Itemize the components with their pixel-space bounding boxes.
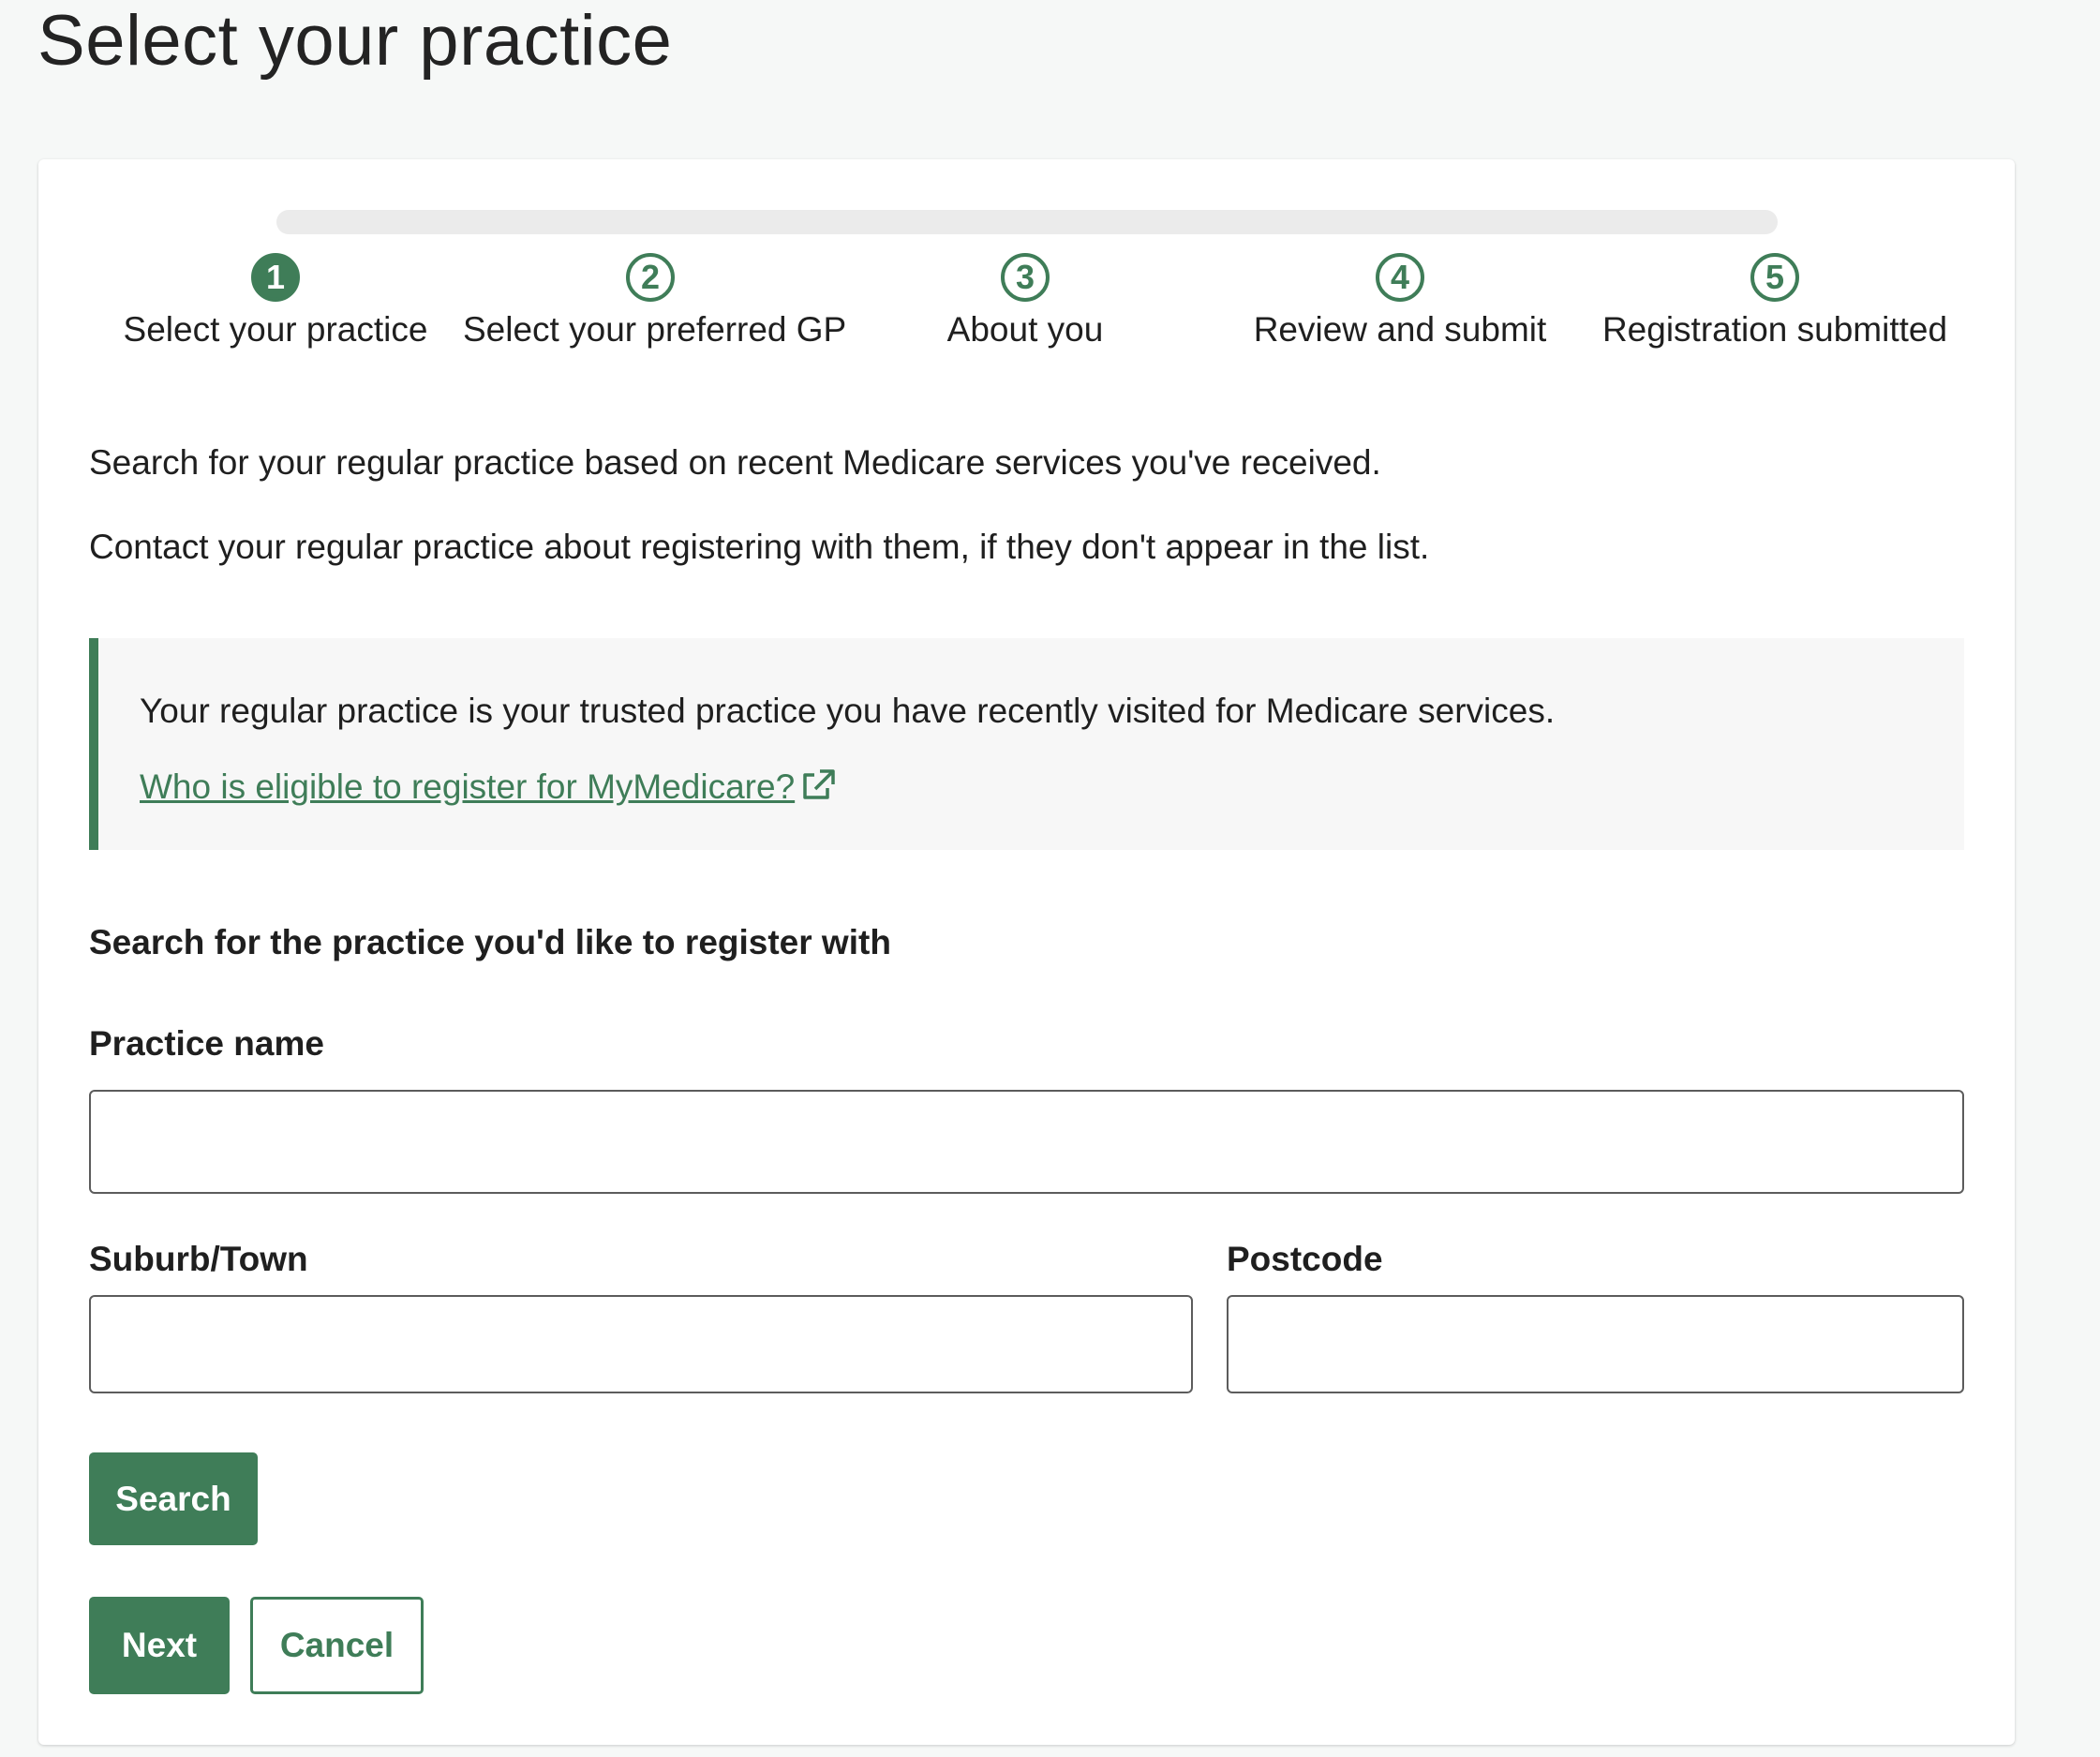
step-label: About you — [946, 310, 1104, 349]
step-number-badge: 2 — [626, 253, 675, 302]
practice-name-label: Practice name — [89, 1024, 324, 1063]
info-callout: Your regular practice is your trusted pr… — [89, 638, 1964, 850]
step-registration-submitted: 5 Registration submitted — [1587, 253, 1962, 350]
eligibility-link-label: Who is eligible to register for MyMedica… — [140, 767, 796, 806]
external-link-icon — [800, 768, 836, 811]
step-number-badge: 5 — [1750, 253, 1799, 302]
eligibility-link[interactable]: Who is eligible to register for MyMedica… — [140, 767, 836, 811]
practice-name-input[interactable] — [89, 1090, 1964, 1194]
search-button[interactable]: Search — [89, 1452, 258, 1545]
suburb-town-label: Suburb/Town — [89, 1240, 308, 1278]
step-label: Registration submitted — [1601, 310, 1948, 349]
search-section-heading: Search for the practice you'd like to re… — [89, 923, 891, 961]
page-title: Select your practice — [37, 1, 673, 81]
cancel-button[interactable]: Cancel — [250, 1597, 424, 1694]
registration-card: 1 Select your practice 2 Select your pre… — [38, 159, 2015, 1745]
intro-search-text: Search for your regular practice based o… — [89, 443, 1381, 482]
step-label: Select your practice — [123, 310, 428, 349]
step-about-you: 3 About you — [838, 253, 1213, 350]
next-button[interactable]: Next — [89, 1597, 230, 1694]
step-select-practice: 1 Select your practice — [88, 253, 463, 350]
postcode-label: Postcode — [1227, 1240, 1383, 1278]
step-number-badge: 3 — [1001, 253, 1050, 302]
step-select-gp: 2 Select your preferred GP — [463, 253, 847, 350]
step-number-badge: 1 — [251, 253, 300, 302]
postcode-input[interactable] — [1227, 1295, 1964, 1393]
progress-track — [276, 210, 1778, 234]
step-label: Review and submit — [1253, 310, 1547, 349]
info-callout-text: Your regular practice is your trusted pr… — [140, 692, 1556, 730]
intro-contact-text: Contact your regular practice about regi… — [89, 528, 1430, 566]
suburb-town-input[interactable] — [89, 1295, 1193, 1393]
step-number-badge: 4 — [1376, 253, 1424, 302]
step-label: Select your preferred GP — [463, 310, 847, 349]
step-review-submit: 4 Review and submit — [1213, 253, 1587, 350]
